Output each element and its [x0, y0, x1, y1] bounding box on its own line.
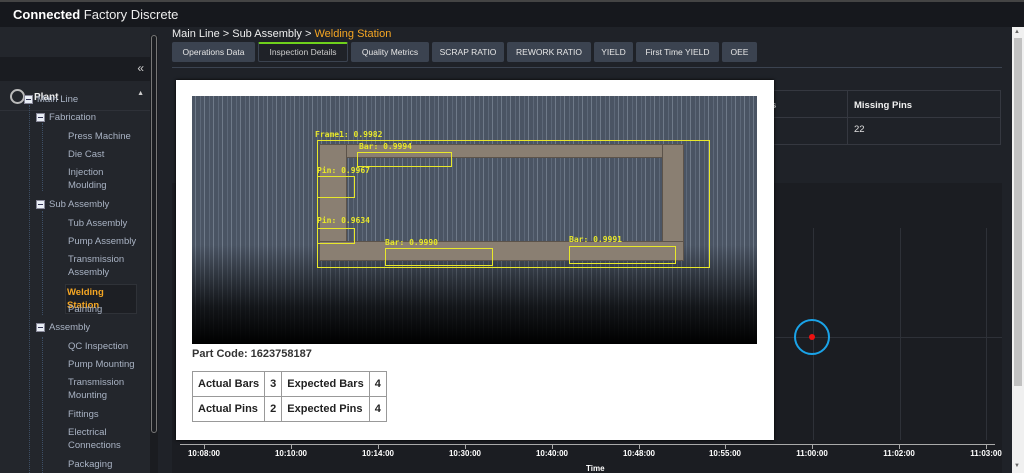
tab-divider	[172, 67, 1002, 68]
tab-scrap-ratio[interactable]: SCRAP RATIO	[432, 42, 504, 62]
cell-actual-pins-value: 2	[264, 396, 283, 422]
tree-item-electrical-connections[interactable]: Electrical Connections	[68, 426, 130, 452]
tab-rework-ratio[interactable]: REWORK RATIO	[507, 42, 591, 62]
data-point[interactable]	[809, 334, 815, 340]
tree-item-qc-inspection[interactable]: QC Inspection	[68, 340, 148, 353]
gridline	[900, 228, 901, 440]
cell-actual-bars-value: 3	[264, 371, 283, 397]
tab-operations-data[interactable]: Operations Data	[172, 42, 255, 62]
collapse-fabrication-icon[interactable]	[36, 113, 45, 122]
tab-yield[interactable]: YIELD	[594, 42, 633, 62]
x-tick-label: 10:10:00	[274, 449, 308, 458]
sidebar-scrollbar-thumb[interactable]	[151, 35, 157, 433]
x-tick-label: 10:30:00	[448, 449, 482, 458]
collapse-assembly-icon[interactable]	[36, 323, 45, 332]
detection-box-pin	[317, 176, 355, 198]
tree-item-pump-assembly[interactable]: Pump Assembly	[68, 235, 148, 248]
table-row: Actual Pins 2 Expected Pins 4	[191, 396, 387, 422]
app-title-bold: Connected	[13, 7, 81, 22]
cell-expected-bars-label: Expected Bars	[281, 371, 370, 397]
detection-box-bar	[569, 246, 676, 264]
tree-item-assembly[interactable]: Assembly	[49, 322, 90, 334]
cell-expected-pins-label: Expected Pins	[281, 396, 370, 422]
detection-box-bar	[385, 248, 493, 266]
top-bar: Connected Factory Discrete	[0, 0, 1024, 27]
tree-line	[42, 337, 43, 473]
tree-line	[42, 123, 43, 191]
x-tick-label: 10:55:00	[708, 449, 742, 458]
detection-box-pin	[317, 228, 355, 244]
tree-item-press-machine[interactable]: Press Machine	[68, 130, 148, 143]
x-tick-label: 10:48:00	[622, 449, 656, 458]
x-axis-label: Time	[586, 464, 605, 473]
x-tick-label: 10:40:00	[535, 449, 569, 458]
table-cell-missing-pins: 22	[854, 124, 865, 135]
tree-item-main-line[interactable]: Main Line	[37, 94, 78, 106]
inspection-photo: Frame1: 0.9982 Bar: 0.9994 Pin: 0.9967 P…	[192, 96, 757, 344]
detection-label: Bar: 0.9991	[569, 235, 622, 244]
tree-item-die-cast[interactable]: Die Cast	[68, 148, 148, 161]
scroll-up-icon[interactable]: ▲	[1014, 29, 1020, 35]
x-tick-label: 11:03:00	[970, 449, 1002, 458]
breadcrumb-path[interactable]: Main Line > Sub Assembly >	[172, 28, 314, 40]
detection-label: Pin: 0.9967	[317, 166, 370, 175]
tab-first-time-yield[interactable]: First Time YIELD	[636, 42, 719, 62]
detection-label: Frame1: 0.9982	[315, 130, 383, 139]
cell-actual-bars-label: Actual Bars	[191, 371, 266, 397]
tree-item-tub-assembly[interactable]: Tub Assembly	[68, 217, 148, 230]
part-code: Part Code: 1623758187	[192, 348, 312, 360]
collapse-sub-assembly-icon[interactable]	[36, 200, 45, 209]
plant-gauge-icon	[10, 89, 25, 104]
page-scrollbar-thumb[interactable]	[1014, 38, 1022, 386]
tree-item-fabrication[interactable]: Fabrication	[49, 112, 96, 124]
app-title: Connected Factory Discrete	[13, 7, 178, 22]
x-tick-label: 10:08:00	[187, 449, 221, 458]
table-header-missing-pins: Missing Pins	[854, 100, 913, 111]
scroll-down-icon[interactable]: ▼	[1014, 463, 1020, 469]
cell-expected-pins-value: 4	[368, 396, 387, 422]
sidebar-collapse-button[interactable]: «	[0, 57, 150, 81]
sidebar: « Plant ▲ Main Line Fabrication Press Ma…	[0, 27, 150, 473]
table-divider	[761, 117, 1000, 118]
counts-table: Actual Bars 3 Expected Bars 4 Actual Pin…	[191, 371, 387, 422]
detection-label: Bar: 0.9994	[359, 142, 412, 151]
cell-actual-pins-label: Actual Pins	[191, 396, 266, 422]
tree-item-packaging[interactable]: Packaging	[68, 458, 148, 471]
tree-line	[29, 105, 30, 473]
gridline	[986, 228, 987, 440]
tab-quality-metrics[interactable]: Quality Metrics	[351, 42, 429, 62]
tab-inspection-details[interactable]: Inspection Details	[258, 42, 348, 62]
tree-item-transmission-assembly[interactable]: Transmission Assembly	[68, 253, 130, 279]
tree-item-fittings[interactable]: Fittings	[68, 408, 148, 421]
inspection-table: s Missing Pins 22	[760, 90, 1001, 145]
tree-item-transmission-mounting[interactable]: Transmission Mounting	[68, 376, 130, 402]
cell-expected-bars-value: 4	[368, 371, 387, 397]
breadcrumb-current: Welding Station	[314, 28, 392, 40]
x-axis	[180, 444, 995, 445]
tree-item-injection-moulding[interactable]: Injection Moulding	[68, 166, 118, 192]
tree-line	[42, 211, 43, 315]
caret-up-icon: ▲	[137, 90, 144, 97]
detection-label: Pin: 0.9634	[317, 216, 370, 225]
table-row: Actual Bars 3 Expected Bars 4	[191, 371, 387, 397]
detection-label: Bar: 0.9990	[385, 238, 438, 247]
x-tick-label: 11:00:00	[796, 449, 828, 458]
inspection-image-popup: Frame1: 0.9982 Bar: 0.9994 Pin: 0.9967 P…	[176, 80, 774, 440]
tree-item-painting[interactable]: Painting	[68, 303, 148, 316]
tree-item-pump-mounting[interactable]: Pump Mounting	[68, 358, 148, 371]
breadcrumb: Main Line > Sub Assembly > Welding Stati…	[172, 28, 391, 40]
tab-oee[interactable]: OEE	[722, 42, 757, 62]
tree-item-sub-assembly[interactable]: Sub Assembly	[49, 199, 109, 211]
detection-box-bar	[357, 152, 452, 167]
collapse-main-line-icon[interactable]	[24, 95, 33, 104]
x-tick-label: 11:02:00	[883, 449, 915, 458]
app-title-rest: Factory Discrete	[80, 7, 179, 22]
x-tick-label: 10:14:00	[361, 449, 395, 458]
double-chevron-left-icon: «	[137, 61, 144, 75]
